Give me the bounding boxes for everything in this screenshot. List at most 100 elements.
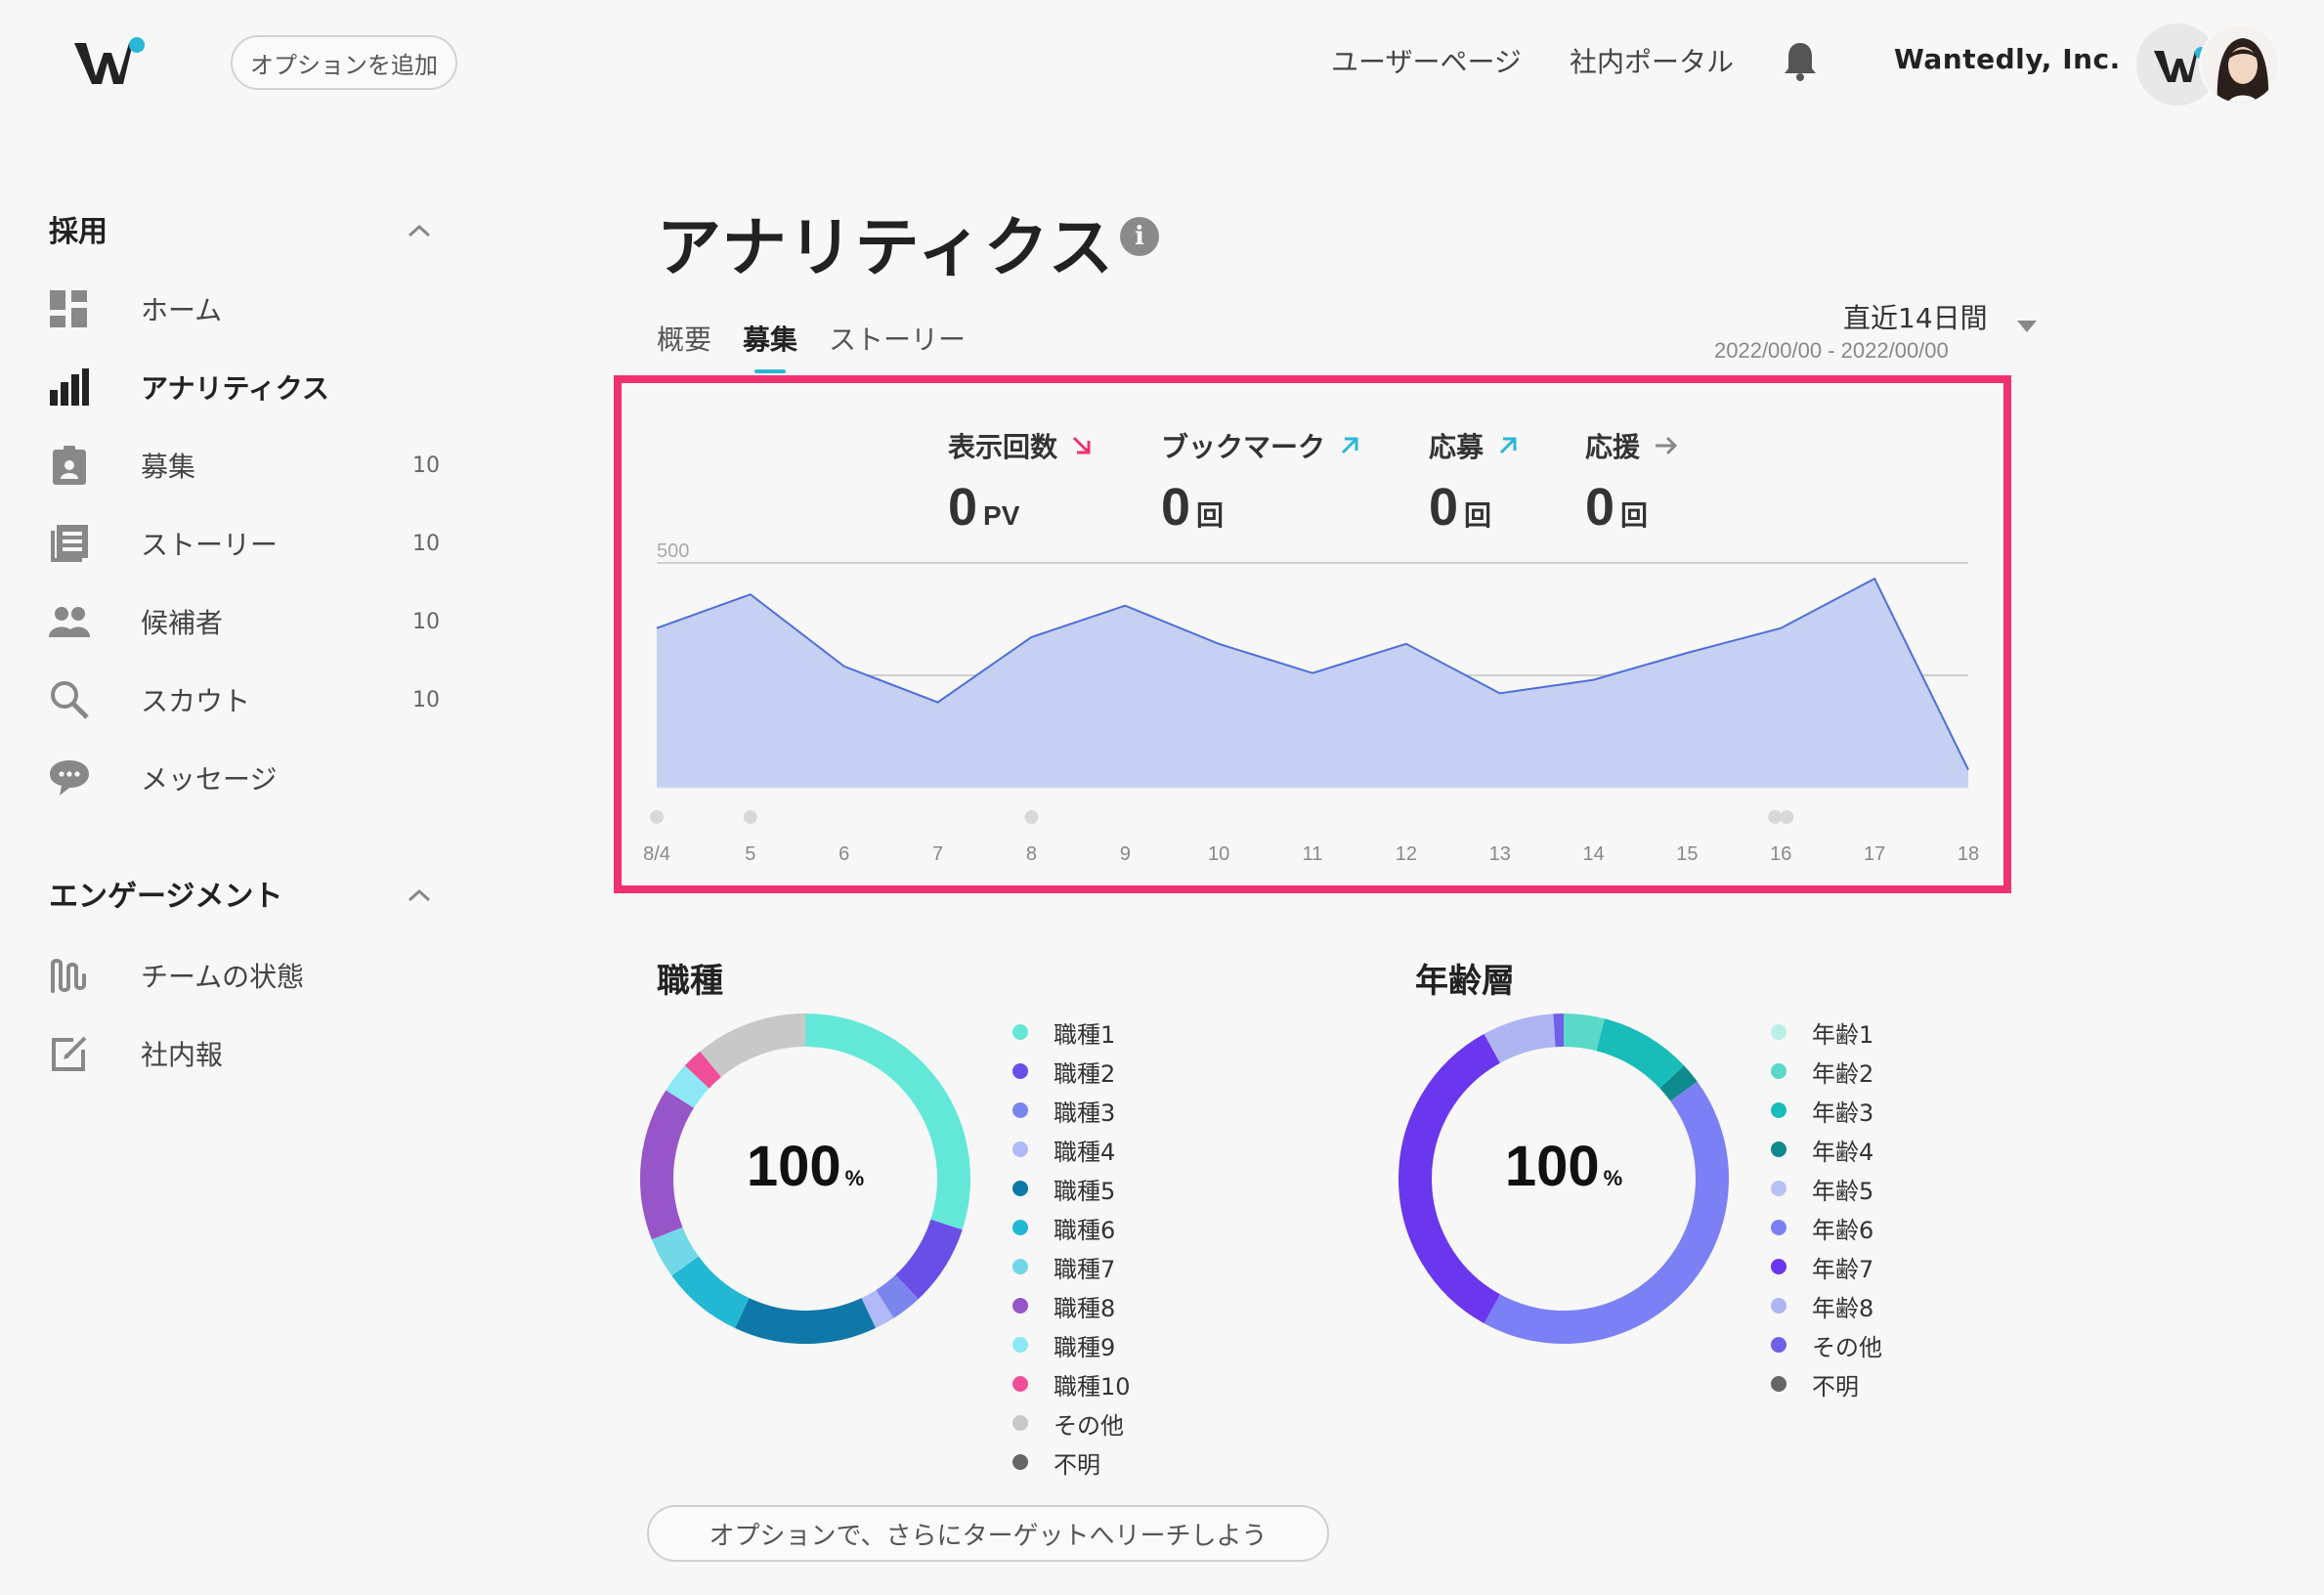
x-tick-label: 14 (1582, 843, 1604, 865)
info-icon[interactable]: i (1120, 217, 1159, 256)
legend-swatch (1012, 1337, 1028, 1353)
portal-link[interactable]: 社内ポータル (1570, 41, 1734, 80)
sidebar-item-label: メッセージ (141, 763, 278, 796)
option-reach-button[interactable]: オプションで、さらにターゲットへリーチしよう (647, 1505, 1329, 1562)
legend-label: 職種8 (1054, 1294, 1116, 1322)
sidebar-item-jobs[interactable]: 募集 10 (49, 436, 440, 495)
user-page-link[interactable]: ユーザーページ (1331, 41, 1522, 80)
legend-item: 年齢1 (1771, 1013, 1882, 1052)
trend-down-icon (1072, 436, 1091, 454)
tab-jobs[interactable]: 募集 (743, 319, 797, 358)
metric-label: 応募 (1429, 431, 1485, 463)
legend-label: 年齢3 (1812, 1099, 1874, 1127)
legend-label: 職種6 (1054, 1216, 1116, 1244)
sidebar-item-home[interactable]: ホーム (49, 280, 440, 338)
donut-slice (671, 1255, 750, 1328)
bell-icon[interactable] (1781, 39, 1820, 82)
user-photo-icon (2202, 26, 2278, 103)
job-type-legend: 職種1 職種2 職種3 職種4 職種5 職種6 職種7 職種8 職種9 職種10 その他 不明 (1012, 1013, 1131, 1482)
legend-item: 年齢7 (1771, 1247, 1882, 1286)
event-marker (1768, 810, 1783, 824)
sidebar-item-label: チームの状態 (141, 961, 305, 993)
event-marker (1024, 810, 1039, 824)
legend-swatch (1012, 1181, 1028, 1196)
search-icon (49, 679, 90, 720)
legend-item: 職種9 (1012, 1325, 1131, 1364)
sidebar-item-count: 10 (412, 531, 440, 556)
donut-slice (1659, 1065, 1698, 1101)
legend-item: 職種4 (1012, 1130, 1131, 1169)
wantedly-logo[interactable] (72, 35, 147, 90)
tab-stories[interactable]: ストーリー (829, 319, 966, 358)
donut-slice (700, 1013, 806, 1078)
add-option-button[interactable]: オプションを追加 (231, 35, 457, 90)
series-area (657, 579, 1968, 788)
legend-label: 不明 (1054, 1450, 1100, 1479)
legend-label: 年齢5 (1812, 1177, 1874, 1205)
x-tick-label: 6 (839, 843, 849, 865)
article-icon (49, 523, 90, 564)
legend-swatch (1771, 1337, 1786, 1353)
x-tick-label: 15 (1676, 843, 1698, 865)
metric-unit: 回 (1196, 500, 1225, 531)
x-tick-label: 8/4 (643, 843, 670, 865)
metric-label: 応援 (1585, 431, 1641, 463)
sidebar-item-analytics[interactable]: アナリティクス (49, 358, 440, 416)
user-avatar[interactable] (2199, 23, 2281, 106)
chevron-up-icon[interactable] (407, 223, 432, 238)
legend-label: 職種9 (1054, 1333, 1116, 1361)
legend-item: 年齢3 (1771, 1091, 1882, 1130)
age-legend: 年齢1 年齢2 年齢3 年齢4 年齢5 年齢6 年齢7 年齢8 その他 不明 (1771, 1013, 1882, 1403)
legend-label: 年齢8 (1812, 1294, 1874, 1322)
legend-swatch (1012, 1376, 1028, 1392)
legend-item: 年齢6 (1771, 1208, 1882, 1247)
bar-chart-icon (49, 366, 90, 408)
x-tick-label: 10 (1208, 843, 1229, 865)
x-tick-label: 11 (1303, 843, 1323, 865)
legend-label: 年齢1 (1812, 1020, 1874, 1049)
legend-swatch (1012, 1415, 1028, 1431)
sidebar-item-newsletter[interactable]: 社内報 (49, 1024, 440, 1083)
company-name: Wantedly, Inc. (1894, 43, 2121, 75)
legend-label: 職種10 (1054, 1372, 1131, 1401)
chat-bubble-icon (49, 757, 90, 798)
donut-center-label: 100% (639, 1134, 971, 1199)
sidebar-section-engagement: エンゲージメント (49, 880, 283, 914)
x-tick-label: 17 (1864, 843, 1885, 865)
legend-item: 職種8 (1012, 1286, 1131, 1325)
sidebar-item-messages[interactable]: メッセージ (49, 749, 440, 807)
tab-overview[interactable]: 概要 (657, 319, 711, 358)
caret-down-icon[interactable] (2017, 321, 2037, 332)
dashboard-icon (49, 288, 90, 329)
x-tick-label: 18 (1958, 843, 1979, 865)
legend-swatch (1771, 1063, 1786, 1079)
sidebar-item-scout[interactable]: スカウト 10 (49, 670, 440, 729)
chevron-up-icon[interactable] (407, 887, 432, 903)
legend-item: 職種5 (1012, 1169, 1131, 1208)
sidebar-item-candidates[interactable]: 候補者 10 (49, 592, 440, 651)
legend-label: 年齢4 (1812, 1138, 1874, 1166)
donut-slice (895, 1219, 963, 1300)
legend-swatch (1771, 1376, 1786, 1392)
metric-label: ブックマーク (1161, 431, 1326, 463)
legend-swatch (1771, 1298, 1786, 1314)
legend-item: その他 (1771, 1325, 1882, 1364)
legend-item: 年齢2 (1771, 1052, 1882, 1091)
donut-slice (1596, 1018, 1685, 1089)
event-marker (650, 810, 664, 824)
sidebar-item-count: 10 (412, 687, 440, 712)
legend-item: 年齢8 (1771, 1286, 1882, 1325)
donut-center-unit: % (1603, 1166, 1623, 1190)
metric-unit: 回 (1464, 500, 1492, 531)
sidebar-item-label: ストーリー (141, 529, 279, 561)
legend-item: 年齢5 (1771, 1169, 1882, 1208)
period-select[interactable]: 直近14日間 (1843, 297, 1988, 336)
sidebar-item-label: 社内報 (141, 1039, 224, 1071)
sidebar-item-stories[interactable]: ストーリー 10 (49, 514, 440, 573)
sidebar-item-team-status[interactable]: チームの状態 (49, 946, 440, 1005)
legend-swatch (1012, 1063, 1028, 1079)
page-title: アナリティクス (657, 210, 1115, 285)
trend-up-icon (1499, 437, 1517, 454)
metric-label: 表示回数 (948, 431, 1058, 463)
legend-swatch (1012, 1142, 1028, 1157)
